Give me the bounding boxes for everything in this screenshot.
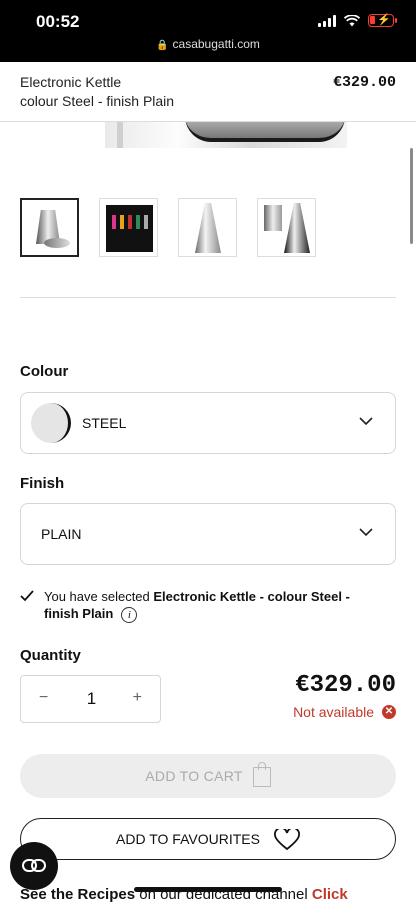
quantity-stepper: − 1 + — [20, 675, 161, 723]
availability-text: Not available — [293, 704, 374, 720]
wifi-icon — [344, 14, 360, 26]
availability-status: Not available ✕ — [293, 704, 396, 720]
selection-text: You have selected Electronic Kettle - co… — [44, 588, 384, 623]
thumbnail-2[interactable] — [99, 198, 158, 257]
thumbnail-gallery — [20, 198, 316, 257]
product-title-line1: Electronic Kettle — [20, 74, 122, 90]
chat-icon — [22, 859, 46, 872]
info-icon[interactable]: i — [121, 607, 138, 623]
add-to-favourites-label: ADD TO FAVOURITES — [116, 831, 260, 847]
add-to-cart-button[interactable]: ADD TO CART — [20, 754, 396, 798]
shopping-bag-icon — [252, 762, 271, 788]
product-title-line2: colour Steel - finish Plain — [20, 93, 175, 109]
checkmark-icon — [20, 590, 34, 602]
header-price: €329.00 — [332, 74, 396, 91]
url-bar[interactable]: 🔒 casabugatti.com — [0, 37, 416, 51]
lock-icon: 🔒 — [156, 40, 169, 51]
chevron-down-icon — [359, 417, 373, 426]
add-to-favourites-button[interactable]: ADD TO FAVOURITES — [20, 818, 396, 860]
colour-swatch — [31, 403, 71, 443]
quantity-label: Quantity — [20, 647, 81, 664]
colour-label: Colour — [20, 363, 69, 380]
status-bar: 00:52 ⚡ 🔒 casabugatti.com — [0, 0, 416, 62]
recipes-link[interactable]: Click — [312, 886, 348, 903]
quantity-increase-button[interactable]: + — [133, 689, 142, 707]
heart-icon — [274, 829, 300, 851]
divider — [20, 297, 396, 298]
product-hero-image[interactable] — [105, 122, 347, 148]
finish-value: PLAIN — [41, 526, 82, 542]
status-icons: ⚡ — [318, 14, 397, 27]
battery-icon: ⚡ — [368, 14, 397, 27]
home-indicator — [134, 887, 282, 892]
url-text: casabugatti.com — [172, 37, 260, 51]
thumbnail-4[interactable] — [257, 198, 316, 257]
scrollbar[interactable] — [410, 148, 413, 244]
colour-select[interactable]: STEEL — [20, 392, 396, 454]
status-time: 00:52 — [36, 12, 80, 31]
unavailable-icon: ✕ — [382, 705, 396, 719]
signal-icon — [318, 14, 336, 27]
product-title: Electronic Kettle colour Steel - finish … — [20, 73, 240, 111]
finish-select[interactable]: PLAIN — [20, 503, 396, 565]
chat-button[interactable] — [10, 842, 58, 890]
product-sticky-header: Electronic Kettle colour Steel - finish … — [0, 62, 416, 122]
finish-label: Finish — [20, 475, 65, 492]
product-price: €329.00 — [295, 672, 396, 699]
add-to-cart-label: ADD TO CART — [145, 768, 243, 784]
selection-prefix: You have selected — [44, 589, 154, 604]
thumbnail-3[interactable] — [178, 198, 237, 257]
thumbnail-1[interactable] — [20, 198, 79, 257]
colour-value: STEEL — [82, 415, 127, 431]
chevron-down-icon — [359, 528, 373, 537]
